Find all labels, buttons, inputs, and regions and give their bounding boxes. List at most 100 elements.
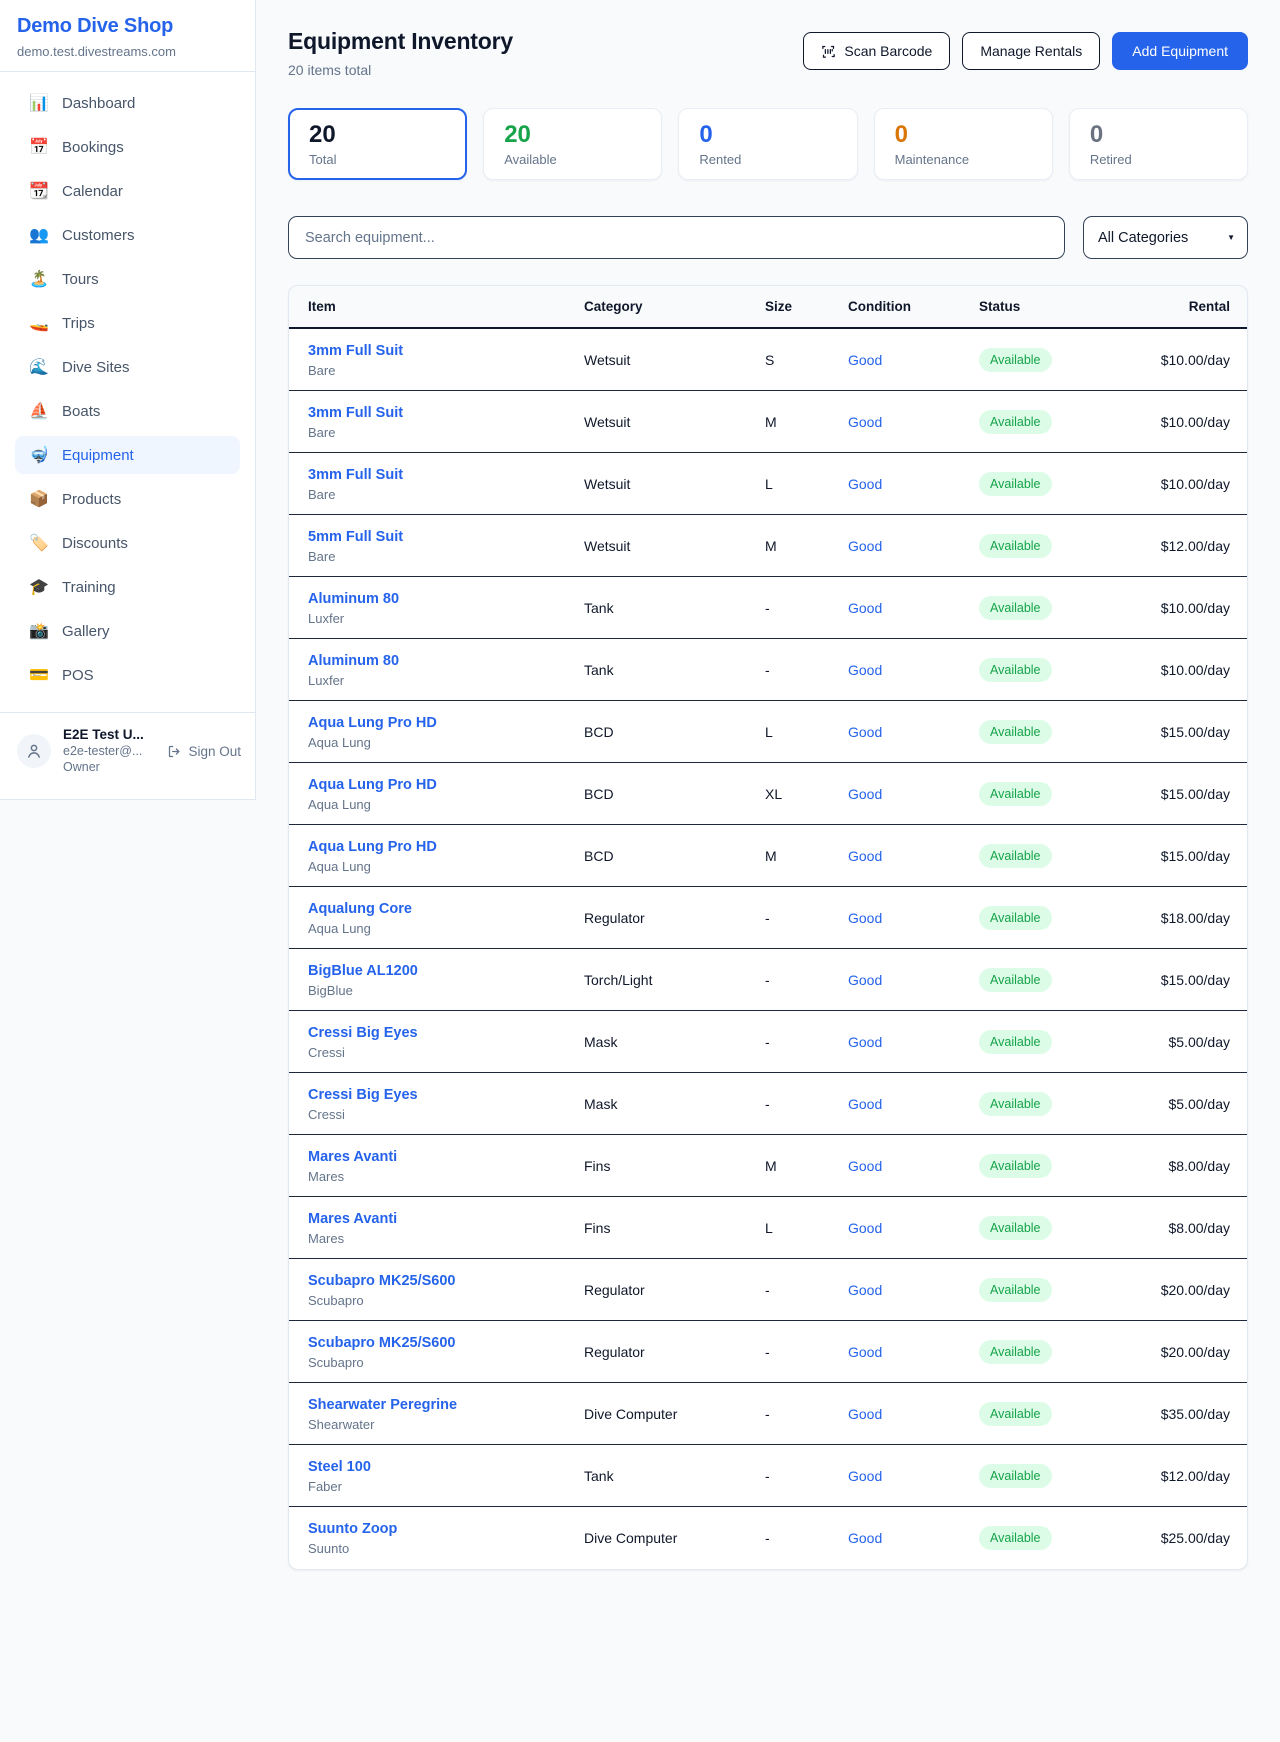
- search-input[interactable]: [288, 216, 1065, 259]
- item-name-link[interactable]: 5mm Full Suit: [308, 529, 403, 545]
- sidebar-item-tours[interactable]: 🏝️ Tours: [15, 260, 240, 298]
- stat-card-available[interactable]: 20 Available: [483, 108, 662, 180]
- sidebar-item-boats[interactable]: ⛵ Boats: [15, 392, 240, 430]
- item-category: Tank: [584, 600, 765, 616]
- sidebar-item-pos[interactable]: 💳 POS: [15, 656, 240, 694]
- item-condition-link[interactable]: Good: [848, 1530, 882, 1546]
- item-condition-link[interactable]: Good: [848, 662, 882, 678]
- item-name-link[interactable]: Aluminum 80: [308, 653, 399, 669]
- item-condition-link[interactable]: Good: [848, 724, 882, 740]
- stat-value: 20: [504, 122, 641, 147]
- item-condition-link[interactable]: Good: [848, 1344, 882, 1360]
- grad-cap-icon: 🎓: [29, 577, 49, 597]
- sidebar-item-dive-sites[interactable]: 🌊 Dive Sites: [15, 348, 240, 386]
- item-name-link[interactable]: Suunto Zoop: [308, 1521, 397, 1537]
- add-equipment-button[interactable]: Add Equipment: [1112, 32, 1248, 70]
- sidebar-item-products[interactable]: 📦 Products: [15, 480, 240, 518]
- item-name-link[interactable]: Steel 100: [308, 1459, 371, 1475]
- item-condition-link[interactable]: Good: [848, 1406, 882, 1422]
- sidebar-item-training[interactable]: 🎓 Training: [15, 568, 240, 606]
- item-condition-link[interactable]: Good: [848, 352, 882, 368]
- item-name-link[interactable]: Mares Avanti: [308, 1211, 397, 1227]
- item-category: Tank: [584, 1468, 765, 1484]
- item-name-link[interactable]: 3mm Full Suit: [308, 343, 403, 359]
- item-name-link[interactable]: Aqua Lung Pro HD: [308, 777, 437, 793]
- item-size: L: [765, 476, 848, 492]
- item-name-link[interactable]: Cressi Big Eyes: [308, 1087, 418, 1103]
- item-name-link[interactable]: Scubapro MK25/S600: [308, 1335, 455, 1351]
- item-condition-link[interactable]: Good: [848, 786, 882, 802]
- category-select[interactable]: All Categories ▼: [1083, 216, 1248, 259]
- item-condition-link[interactable]: Good: [848, 848, 882, 864]
- brand-name[interactable]: Demo Dive Shop: [17, 15, 238, 38]
- user-email: e2e-tester@...: [63, 744, 144, 760]
- stat-card-total[interactable]: 20 Total: [288, 108, 467, 180]
- table-row: Scubapro MK25/S600 Scubapro Regulator - …: [289, 1259, 1247, 1321]
- item-name-link[interactable]: Aqualung Core: [308, 901, 412, 917]
- item-size: M: [765, 848, 848, 864]
- stat-card-rented[interactable]: 0 Rented: [678, 108, 857, 180]
- item-size: M: [765, 414, 848, 430]
- item-rental-rate: $8.00/day: [1131, 1220, 1247, 1236]
- sidebar-item-customers[interactable]: 👥 Customers: [15, 216, 240, 254]
- table-row: Cressi Big Eyes Cressi Mask - Good Avail…: [289, 1073, 1247, 1135]
- scan-barcode-button[interactable]: Scan Barcode: [803, 32, 950, 70]
- sidebar-item-discounts[interactable]: 🏷️ Discounts: [15, 524, 240, 562]
- item-category: Dive Computer: [584, 1406, 765, 1422]
- table-row: Aluminum 80 Luxfer Tank - Good Available…: [289, 639, 1247, 701]
- sidebar-item-gallery[interactable]: 📸 Gallery: [15, 612, 240, 650]
- item-name-link[interactable]: Cressi Big Eyes: [308, 1025, 418, 1041]
- sidebar-item-dashboard[interactable]: 📊 Dashboard: [15, 84, 240, 122]
- item-name-link[interactable]: BigBlue AL1200: [308, 963, 418, 979]
- item-name-link[interactable]: Aqua Lung Pro HD: [308, 839, 437, 855]
- item-rental-rate: $10.00/day: [1131, 476, 1247, 492]
- item-condition-link[interactable]: Good: [848, 538, 882, 554]
- sign-out-button[interactable]: Sign Out: [167, 744, 241, 759]
- sidebar-item-bookings[interactable]: 📅 Bookings: [15, 128, 240, 166]
- items-total-count: 20 items total: [288, 62, 513, 78]
- item-category: Fins: [584, 1220, 765, 1236]
- stat-card-maintenance[interactable]: 0 Maintenance: [874, 108, 1053, 180]
- item-condition-link[interactable]: Good: [848, 972, 882, 988]
- page-title: Equipment Inventory: [288, 28, 513, 55]
- item-name-link[interactable]: 3mm Full Suit: [308, 405, 403, 421]
- dive-mask-icon: 🤿: [29, 445, 49, 465]
- manage-rentals-button[interactable]: Manage Rentals: [962, 32, 1100, 70]
- item-condition-link[interactable]: Good: [848, 1468, 882, 1484]
- item-name-link[interactable]: Aluminum 80: [308, 591, 399, 607]
- item-condition-link[interactable]: Good: [848, 910, 882, 926]
- item-condition-link[interactable]: Good: [848, 1282, 882, 1298]
- island-icon: 🏝️: [29, 269, 49, 289]
- item-name-link[interactable]: Scubapro MK25/S600: [308, 1273, 455, 1289]
- stat-value: 0: [895, 122, 1032, 147]
- item-rental-rate: $20.00/day: [1131, 1282, 1247, 1298]
- table-row: Suunto Zoop Suunto Dive Computer - Good …: [289, 1507, 1247, 1569]
- item-condition-link[interactable]: Good: [848, 1096, 882, 1112]
- item-condition-link[interactable]: Good: [848, 414, 882, 430]
- stat-card-retired[interactable]: 0 Retired: [1069, 108, 1248, 180]
- item-name-link[interactable]: Shearwater Peregrine: [308, 1397, 457, 1413]
- item-condition-link[interactable]: Good: [848, 1034, 882, 1050]
- sidebar-item-trips[interactable]: 🚤 Trips: [15, 304, 240, 342]
- item-name-link[interactable]: Aqua Lung Pro HD: [308, 715, 437, 731]
- item-condition-link[interactable]: Good: [848, 600, 882, 616]
- sidebar-item-equipment[interactable]: 🤿 Equipment: [15, 436, 240, 474]
- item-category: Wetsuit: [584, 352, 765, 368]
- sign-out-label: Sign Out: [188, 744, 241, 759]
- sidebar-item-calendar[interactable]: 📆 Calendar: [15, 172, 240, 210]
- item-size: -: [765, 1282, 848, 1298]
- item-rental-rate: $35.00/day: [1131, 1406, 1247, 1422]
- item-condition-link[interactable]: Good: [848, 1220, 882, 1236]
- item-name-link[interactable]: 3mm Full Suit: [308, 467, 403, 483]
- sidebar-item-label: Products: [62, 491, 121, 508]
- item-condition-link[interactable]: Good: [848, 1158, 882, 1174]
- sidebar-item-label: Calendar: [62, 183, 123, 200]
- item-name-link[interactable]: Mares Avanti: [308, 1149, 397, 1165]
- item-category: Fins: [584, 1158, 765, 1174]
- item-size: -: [765, 1530, 848, 1546]
- item-rental-rate: $20.00/day: [1131, 1344, 1247, 1360]
- sidebar-item-label: Gallery: [62, 623, 110, 640]
- column-header-size: Size: [765, 299, 848, 314]
- table-row: Cressi Big Eyes Cressi Mask - Good Avail…: [289, 1011, 1247, 1073]
- item-condition-link[interactable]: Good: [848, 476, 882, 492]
